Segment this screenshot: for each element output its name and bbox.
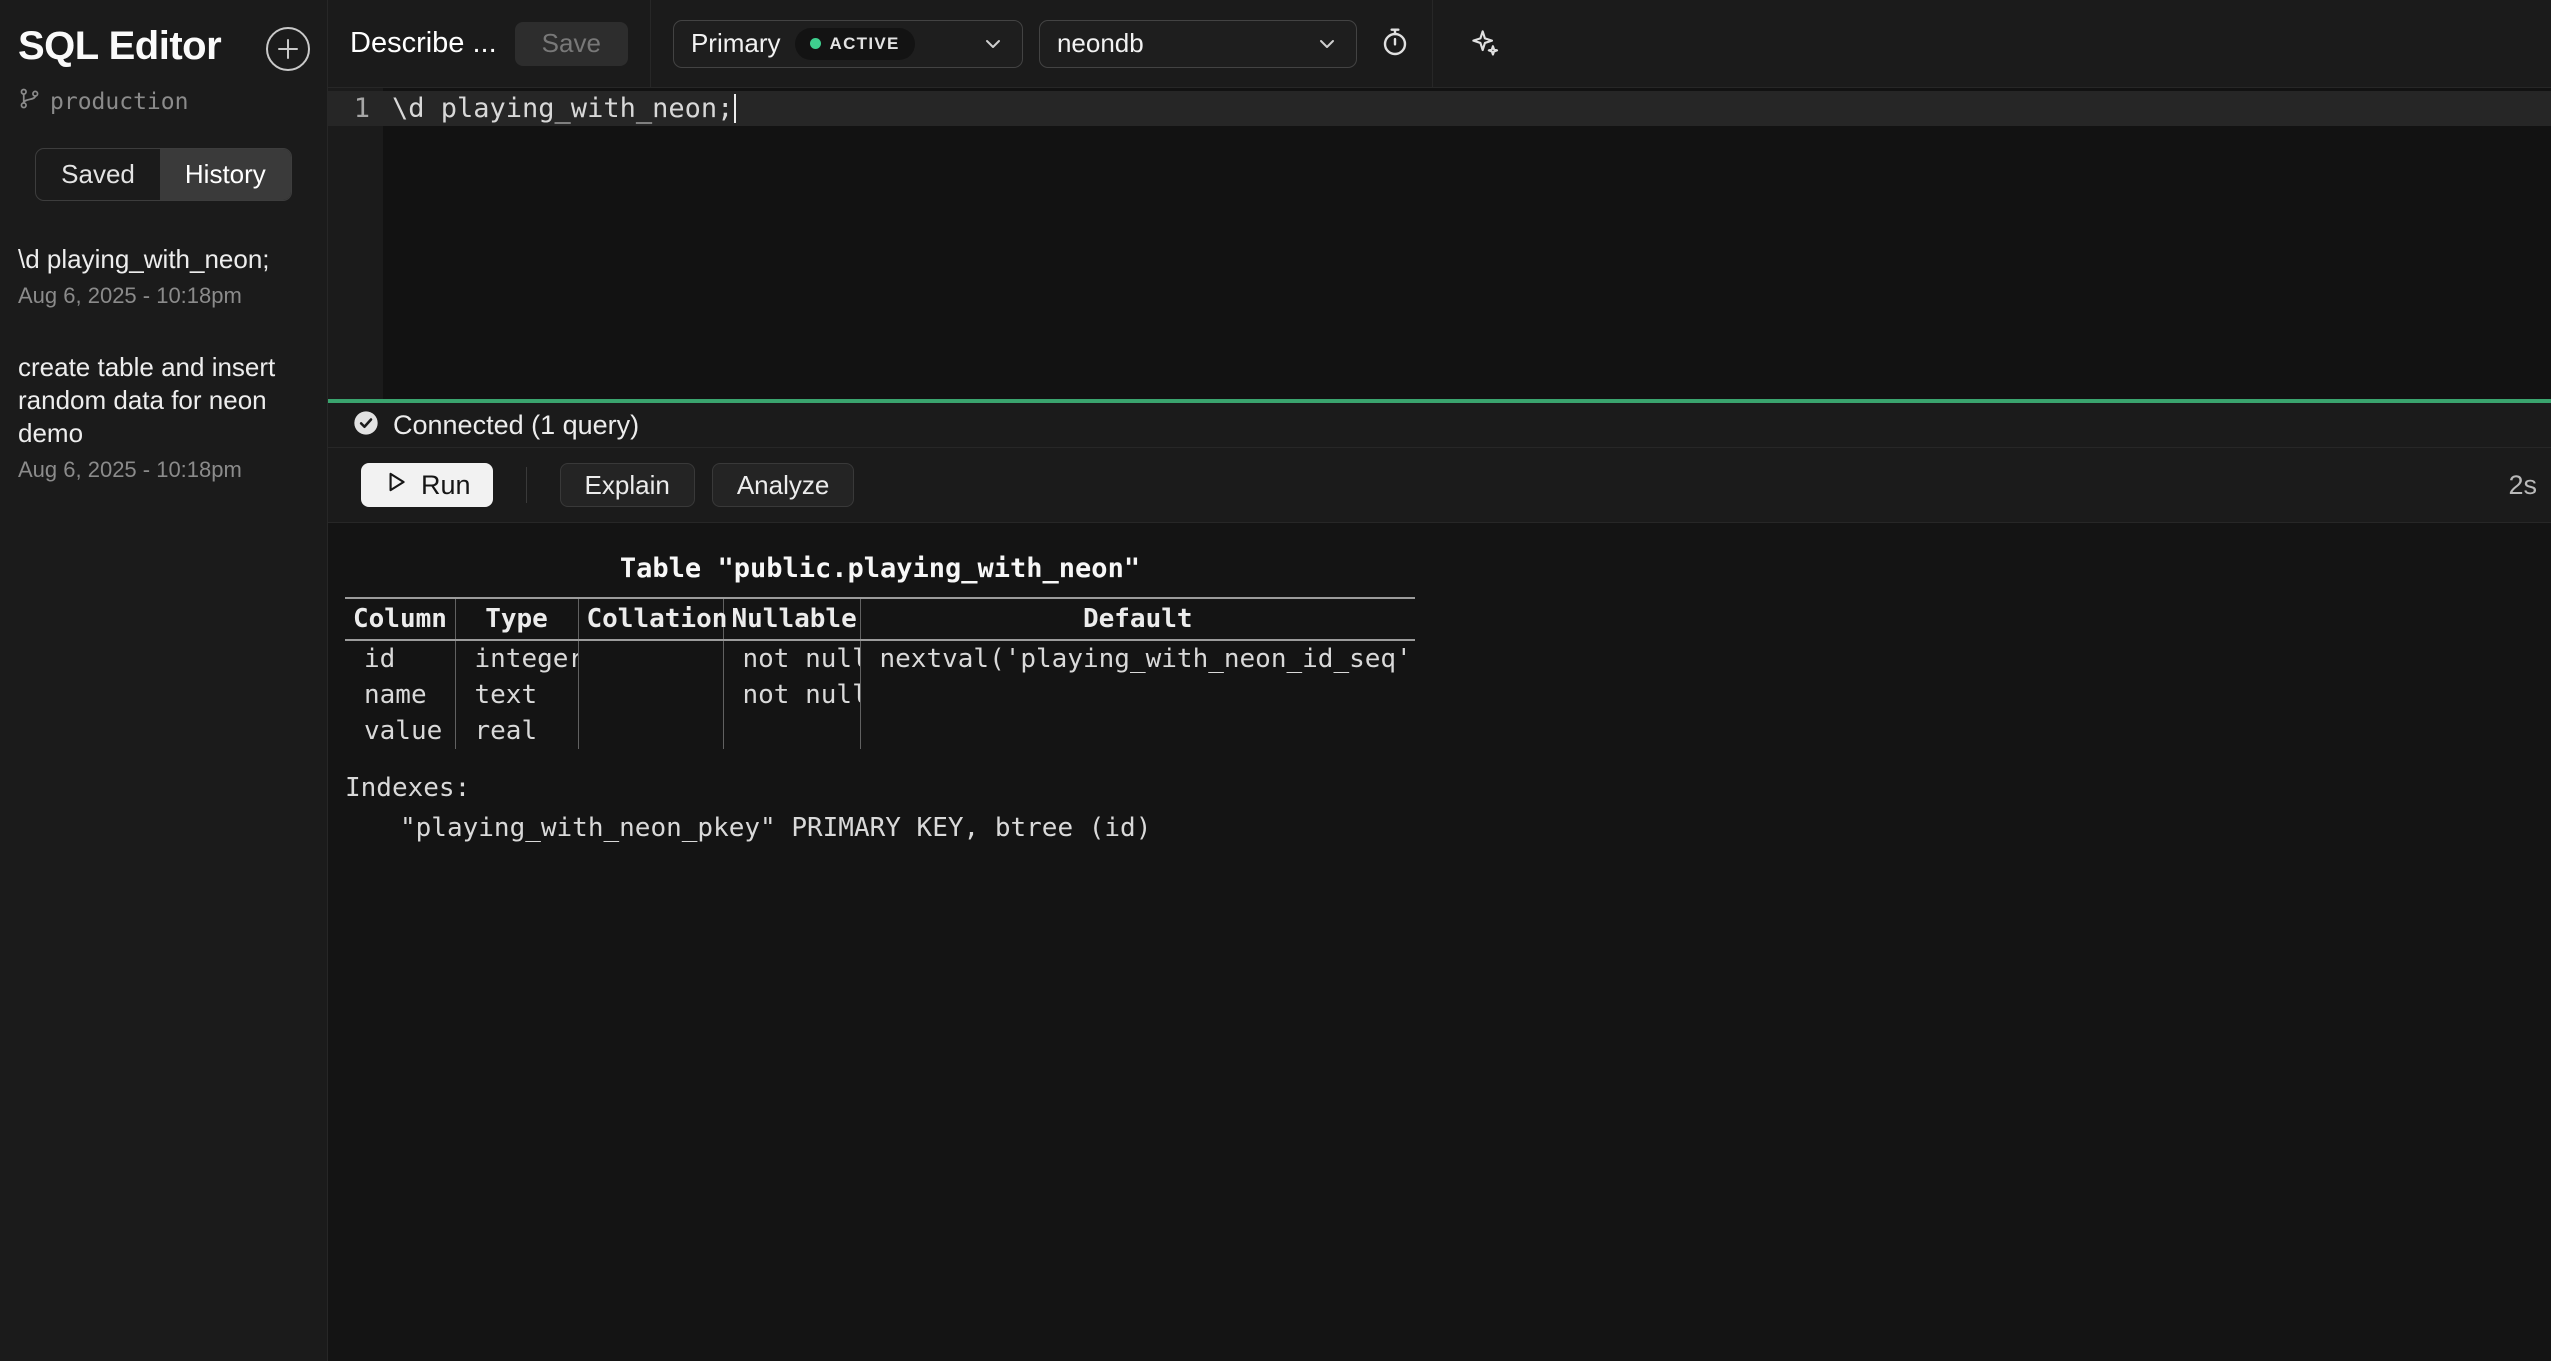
- code-line[interactable]: 1 \d playing_with_neon;: [328, 91, 2551, 126]
- query-history-button[interactable]: [1371, 20, 1419, 68]
- branch-selector[interactable]: Primary ACTIVE: [673, 20, 1023, 68]
- results-cell: name: [345, 677, 455, 713]
- tab-saved[interactable]: Saved: [36, 149, 160, 200]
- results-table-title: Table "public.playing_with_neon": [345, 553, 1415, 584]
- page-title: SQL Editor: [18, 24, 221, 69]
- line-number: 1: [328, 93, 383, 124]
- save-button[interactable]: Save: [515, 22, 628, 66]
- history-item[interactable]: \d playing_with_neon; Aug 6, 2025 - 10:18…: [18, 243, 309, 309]
- sql-code-editor[interactable]: 1 \d playing_with_neon;: [328, 88, 2551, 399]
- sidebar: SQL Editor production SavedHistory \d pl…: [0, 0, 328, 1361]
- results-table: ColumnTypeCollationNullableDefault idint…: [345, 597, 1415, 749]
- indexes-label: Indexes:: [345, 773, 2531, 803]
- analyze-button[interactable]: Analyze: [712, 463, 855, 507]
- results-cell: integer: [455, 640, 578, 677]
- editor-header: Describe ... Save Primary ACTIVE neondb: [328, 0, 2551, 88]
- query-title: Describe ...: [350, 27, 497, 60]
- run-button[interactable]: Run: [361, 463, 493, 507]
- active-status-dot: [810, 38, 821, 49]
- results-cell: not null: [723, 640, 860, 677]
- results-row: valuereal: [345, 713, 1415, 749]
- history-item-title: \d playing_with_neon;: [18, 243, 309, 276]
- toolbar-divider: [526, 467, 527, 503]
- connection-status-text: Connected (1 query): [393, 410, 639, 441]
- history-list: \d playing_with_neon; Aug 6, 2025 - 10:18…: [0, 201, 327, 483]
- main-panel: Describe ... Save Primary ACTIVE neondb: [328, 0, 2551, 1361]
- branch-selector-label: Primary: [691, 28, 781, 59]
- results-cell: not null: [723, 677, 860, 713]
- branch-name: production: [50, 89, 188, 115]
- explain-button[interactable]: Explain: [560, 463, 695, 507]
- sidebar-header: SQL Editor: [0, 0, 327, 75]
- database-selector[interactable]: neondb: [1039, 20, 1357, 68]
- sidebar-tabs: SavedHistory: [35, 148, 292, 201]
- query-duration: 2s: [2508, 470, 2539, 501]
- history-item-title: create table and insert random data for …: [18, 351, 309, 450]
- results-cell: id: [345, 640, 455, 677]
- sql-editor-app: SQL Editor production SavedHistory \d pl…: [0, 0, 2551, 1361]
- results-panel: Table "public.playing_with_neon" ColumnT…: [328, 523, 2551, 1361]
- header-divider: [650, 0, 651, 87]
- code-text: \d playing_with_neon;: [392, 93, 733, 124]
- index-line: "playing_with_neon_pkey" PRIMARY KEY, bt…: [345, 813, 2531, 843]
- chevron-down-icon: [981, 32, 1005, 56]
- results-cell: [723, 713, 860, 749]
- new-query-button[interactable]: [265, 26, 311, 75]
- check-circle-icon: [352, 409, 380, 442]
- results-column-header: Collation: [578, 598, 723, 640]
- results-header-row: ColumnTypeCollationNullableDefault: [345, 598, 1415, 640]
- results-column-header: Type: [455, 598, 578, 640]
- history-item-timestamp: Aug 6, 2025 - 10:18pm: [18, 457, 309, 483]
- plus-circle-icon: [265, 26, 311, 75]
- tab-history[interactable]: History: [160, 149, 291, 200]
- results-cell: value: [345, 713, 455, 749]
- database-selector-label: neondb: [1057, 28, 1144, 59]
- play-icon: [383, 469, 409, 502]
- history-item[interactable]: create table and insert random data for …: [18, 351, 309, 483]
- chevron-down-icon: [1315, 32, 1339, 56]
- results-cell: [860, 677, 1415, 713]
- results-column-header: Column: [345, 598, 455, 640]
- results-column-header: Nullable: [723, 598, 860, 640]
- results-body: idinteger not nullnextval('playing_with_n…: [345, 640, 1415, 749]
- connection-status-bar: Connected (1 query): [328, 403, 2551, 448]
- results-cell: [578, 677, 723, 713]
- git-branch-icon: [18, 87, 41, 116]
- results-table-wrap: Table "public.playing_with_neon" ColumnT…: [345, 553, 1415, 749]
- header-divider: [1432, 0, 1433, 87]
- text-cursor: [734, 94, 736, 123]
- indexes-section: Indexes: "playing_with_neon_pkey" PRIMAR…: [345, 773, 2531, 843]
- editor-gutter: [328, 88, 383, 399]
- branch-status-badge: ACTIVE: [795, 28, 915, 60]
- query-toolbar: Run Explain Analyze 2s: [328, 448, 2551, 523]
- history-item-timestamp: Aug 6, 2025 - 10:18pm: [18, 283, 309, 309]
- results-cell: [578, 640, 723, 677]
- results-cell: real: [455, 713, 578, 749]
- results-row: idinteger not nullnextval('playing_with_n…: [345, 640, 1415, 677]
- branch-indicator: production: [0, 75, 327, 116]
- run-button-label: Run: [421, 470, 471, 501]
- branch-status-label: ACTIVE: [830, 34, 900, 54]
- results-cell: text: [455, 677, 578, 713]
- timer-icon: [1379, 26, 1411, 61]
- indexes-lines: "playing_with_neon_pkey" PRIMARY KEY, bt…: [345, 813, 2531, 843]
- sparkles-icon: [1468, 26, 1500, 61]
- results-row: nametext not null: [345, 677, 1415, 713]
- results-column-header: Default: [860, 598, 1415, 640]
- results-cell: [860, 713, 1415, 749]
- results-cell: nextval('playing_with_neon_id_seq'::regc…: [860, 640, 1415, 677]
- results-cell: [578, 713, 723, 749]
- ai-assist-button[interactable]: [1460, 20, 1508, 68]
